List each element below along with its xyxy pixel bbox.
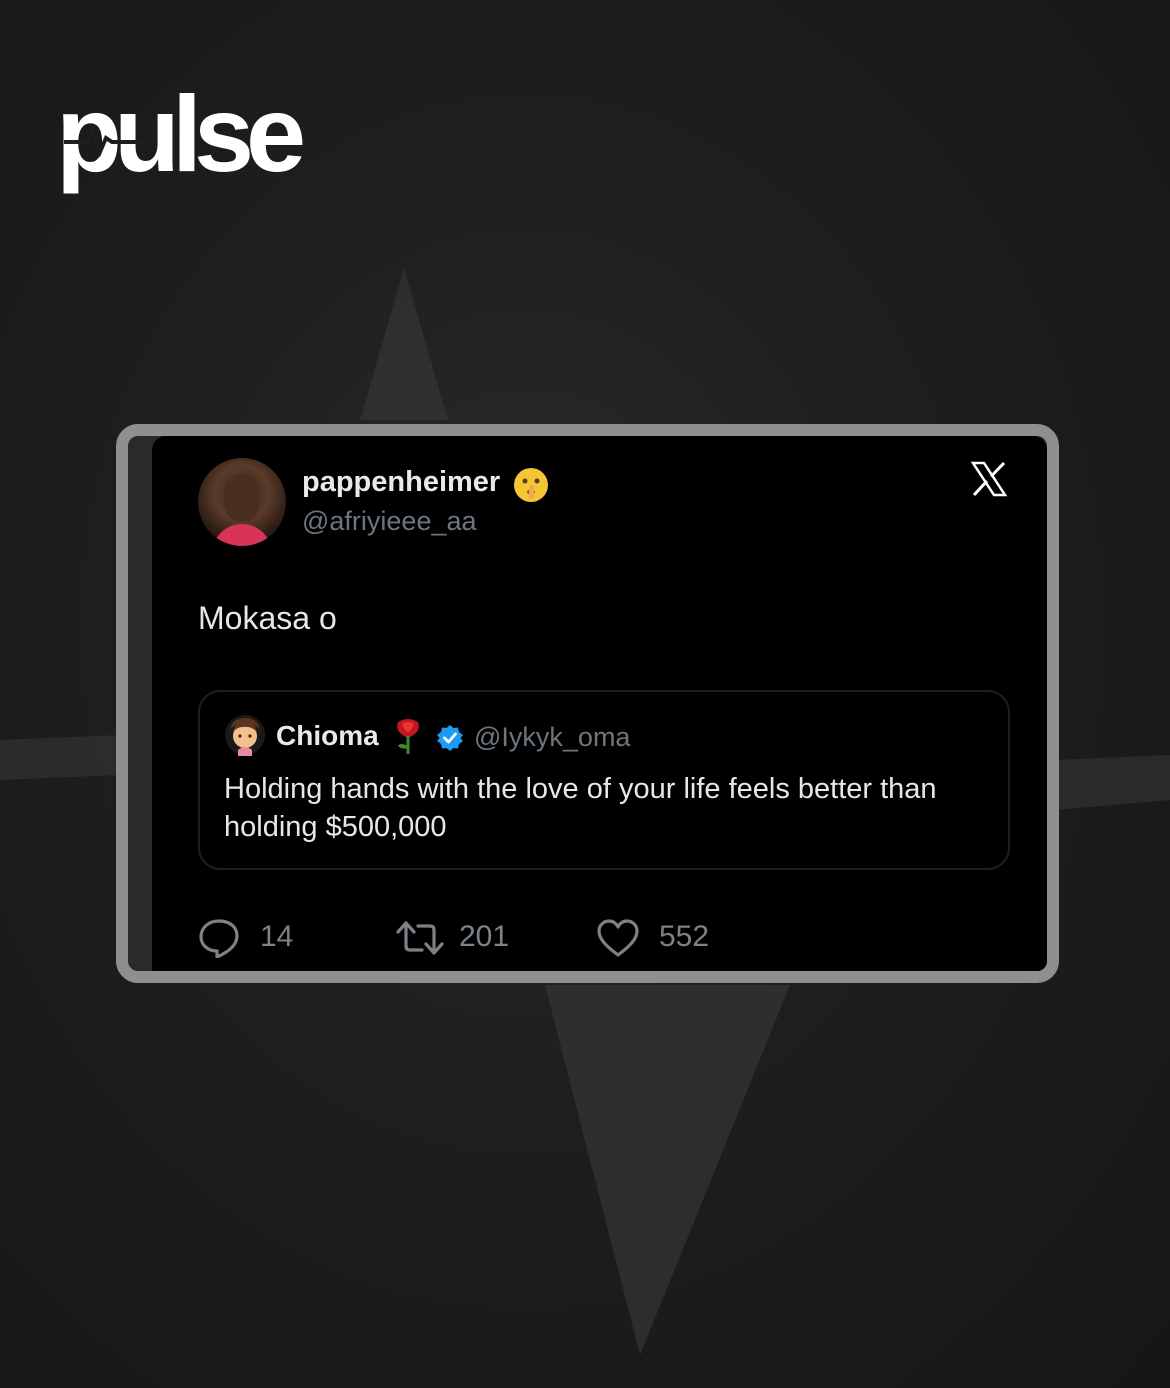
repost-count: 201 bbox=[459, 920, 510, 953]
quoted-author-display-name[interactable]: Chioma bbox=[276, 720, 379, 752]
verified-badge-icon bbox=[437, 725, 463, 751]
quoted-author-avatar[interactable] bbox=[224, 714, 266, 756]
like-button[interactable]: 552 bbox=[596, 916, 736, 958]
tweet-frame: pappenheimer @afriyieee_aa Mokasa o Chio… bbox=[116, 424, 1059, 983]
repost-button[interactable]: 201 bbox=[396, 916, 536, 958]
reply-icon bbox=[199, 919, 239, 958]
shushing-face-emoji-icon bbox=[514, 468, 548, 502]
author-display-name[interactable]: pappenheimer bbox=[302, 466, 500, 499]
heart-icon bbox=[597, 919, 639, 957]
pulse-logo: pulse bbox=[56, 80, 306, 190]
heartbeat-icon bbox=[64, 124, 144, 158]
quoted-author-handle[interactable]: @Iykyk_oma bbox=[474, 722, 630, 753]
avatar-shirt bbox=[212, 524, 272, 546]
reply-count: 14 bbox=[260, 920, 294, 953]
tweet-actions: 14 201 552 bbox=[198, 916, 898, 958]
author-handle[interactable]: @afriyieee_aa bbox=[302, 506, 477, 537]
tweet-text: Mokasa o bbox=[198, 600, 337, 636]
repost-icon bbox=[396, 921, 444, 955]
author-avatar[interactable] bbox=[198, 458, 286, 546]
rose-emoji-icon bbox=[397, 719, 419, 754]
x-logo-icon bbox=[970, 461, 1008, 497]
like-count: 552 bbox=[659, 920, 710, 953]
reply-button[interactable]: 14 bbox=[198, 916, 318, 958]
quoted-tweet-text: Holding hands with the love of your life… bbox=[224, 773, 937, 843]
tweet-card[interactable]: pappenheimer @afriyieee_aa Mokasa o Chio… bbox=[152, 436, 1047, 971]
quoted-tweet[interactable]: Chioma @Iykyk_oma Holding hands with the… bbox=[198, 690, 1010, 870]
avatar-face bbox=[224, 474, 260, 522]
